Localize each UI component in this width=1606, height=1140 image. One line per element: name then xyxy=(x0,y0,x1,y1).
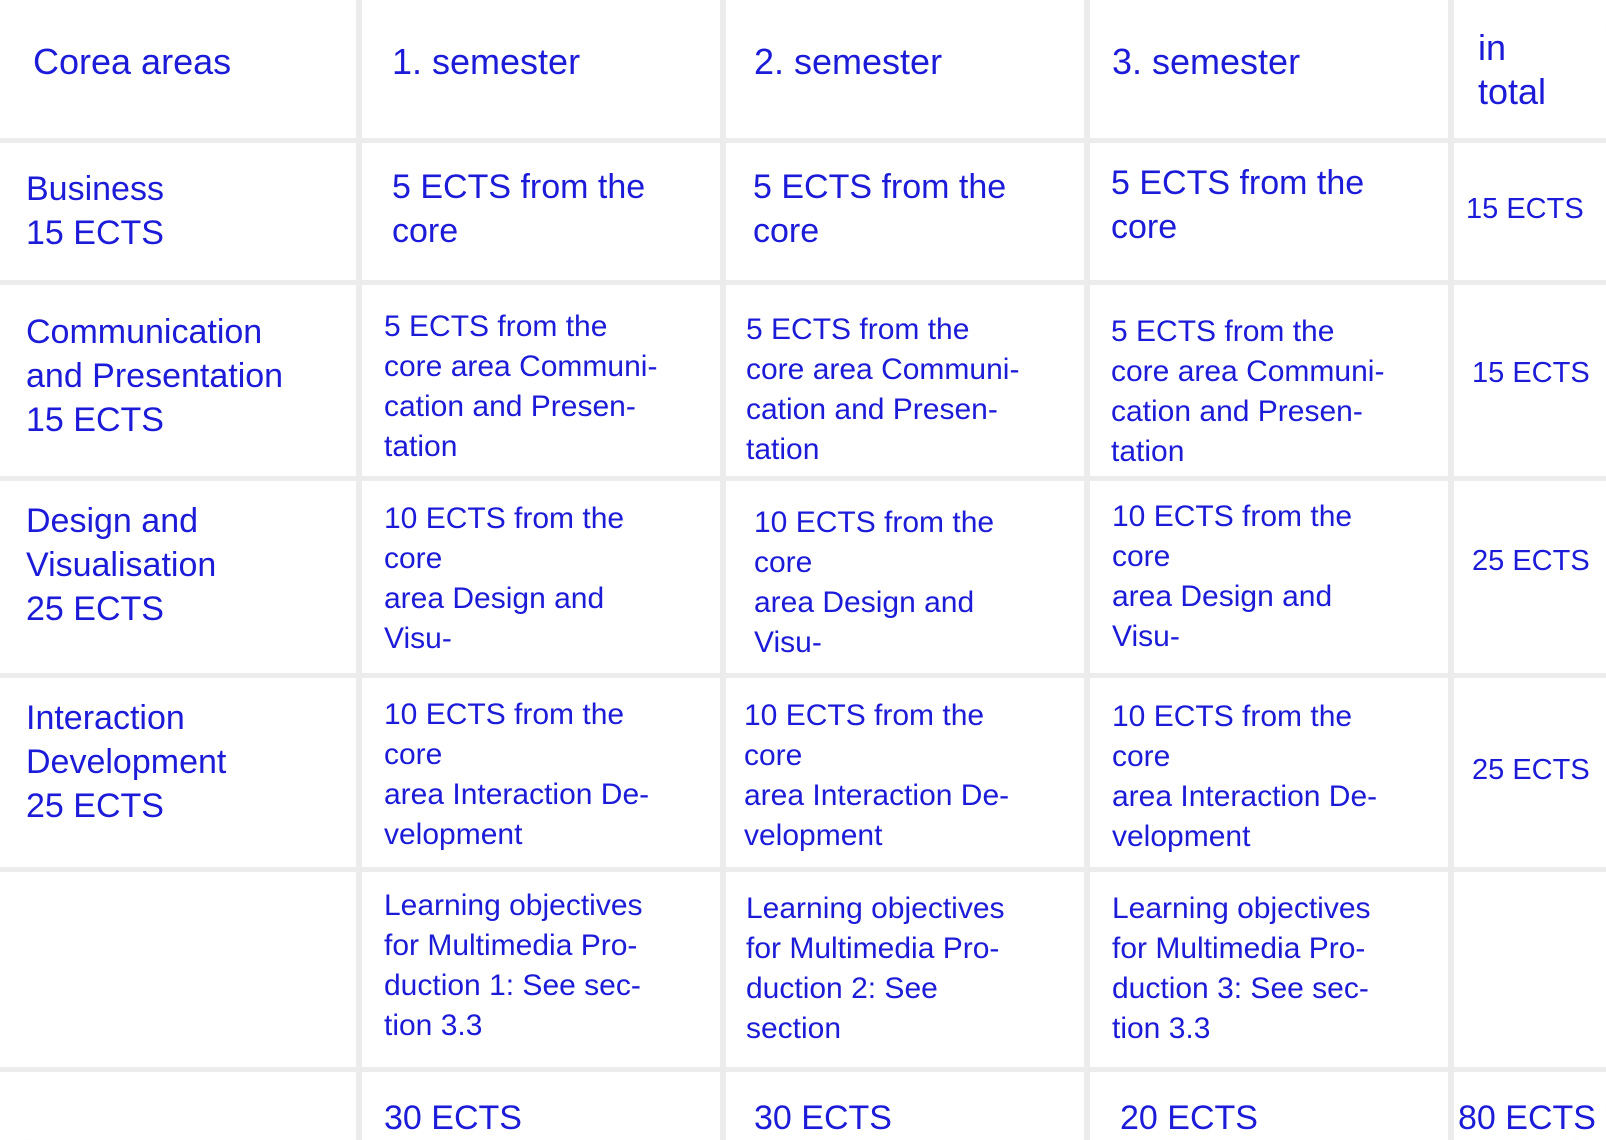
header-sem1-label: 1. semester xyxy=(392,41,581,82)
row-interaction-total: 25 ECTS xyxy=(1454,678,1606,867)
row-design-sem1-text: 10 ECTS from the core area Design and Vi… xyxy=(384,502,625,655)
row-objectives-total xyxy=(1454,872,1606,1067)
ects-table: Corea areas 1. semester 2. semester 3. s… xyxy=(0,0,1606,1140)
sum-sem3-text: 20 ECTS xyxy=(1120,1099,1258,1137)
area-label-interaction: Interaction Development 25 ECTS xyxy=(26,699,227,825)
row-business-sem1: 5 ECTS from the core xyxy=(362,143,720,280)
row-communication-sem2: 5 ECTS from the core area Communi- catio… xyxy=(726,285,1084,476)
row-design-sem2-text: 10 ECTS from the core area Design and Vi… xyxy=(754,506,995,659)
row-design-sem1: 10 ECTS from the core area Design and Vi… xyxy=(362,481,720,673)
row-interaction-sem3: 10 ECTS from the core area Interaction D… xyxy=(1090,678,1448,867)
row-business-sem2-text: 5 ECTS from the core xyxy=(753,168,1007,250)
row-objectives-sem2-text: Learning objectives for Multimedia Pro- … xyxy=(746,892,1005,1045)
area-cell-interaction: Interaction Development 25 ECTS xyxy=(0,678,356,867)
row-communication-total-text: 15 ECTS xyxy=(1472,357,1590,389)
row-interaction-sem2-text: 10 ECTS from the core area Interaction D… xyxy=(744,699,1010,852)
header-cell-sem3: 3. semester xyxy=(1090,0,1448,138)
header-cell-sem2: 2. semester xyxy=(726,0,1084,138)
row-communication-sem3: 5 ECTS from the core area Communi- catio… xyxy=(1090,285,1448,476)
row-design-total-text: 25 ECTS xyxy=(1472,545,1590,577)
sum-cell-sem2: 30 ECTS xyxy=(726,1072,1084,1140)
header-cell-sem1: 1. semester xyxy=(362,0,720,138)
header-cell-total: in total xyxy=(1454,0,1606,138)
row-objectives-sem1-text: Learning objectives for Multimedia Pro- … xyxy=(384,889,643,1042)
row-business-sem3-text: 5 ECTS from the core xyxy=(1111,164,1365,246)
row-communication-total: 15 ECTS xyxy=(1454,285,1606,476)
row-business-sem1-text: 5 ECTS from the core xyxy=(392,168,646,250)
row-objectives-sem2: Learning objectives for Multimedia Pro- … xyxy=(726,872,1084,1067)
row-objectives-sem3-text: Learning objectives for Multimedia Pro- … xyxy=(1112,892,1371,1045)
row-business-sem3: 5 ECTS from the core xyxy=(1090,143,1448,280)
row-communication-sem3-text: 5 ECTS from the core area Communi- catio… xyxy=(1111,315,1385,468)
header-total-label: in total xyxy=(1478,27,1547,112)
row-business-sem2: 5 ECTS from the core xyxy=(726,143,1084,280)
area-cell-business: Business 15 ECTS xyxy=(0,143,356,280)
row-objectives-sem1: Learning objectives for Multimedia Pro- … xyxy=(362,872,720,1067)
row-design-sem3-text: 10 ECTS from the core area Design and Vi… xyxy=(1112,500,1353,653)
area-cell-design: Design and Visualisation 25 ECTS xyxy=(0,481,356,673)
row-interaction-sem2: 10 ECTS from the core area Interaction D… xyxy=(726,678,1084,867)
row-business-total: 15 ECTS xyxy=(1454,143,1606,280)
row-communication-sem1: 5 ECTS from the core area Communi- catio… xyxy=(362,285,720,476)
row-interaction-sem1: 10 ECTS from the core area Interaction D… xyxy=(362,678,720,867)
sum-sem1-text: 30 ECTS xyxy=(384,1099,522,1137)
area-label-communication: Communication and Presentation 15 ECTS xyxy=(26,313,284,439)
row-design-sem3: 10 ECTS from the core area Design and Vi… xyxy=(1090,481,1448,673)
row-business-total-text: 15 ECTS xyxy=(1466,193,1584,225)
header-areas-label: Corea areas xyxy=(33,41,232,82)
sum-cell-area xyxy=(0,1072,356,1140)
header-cell-areas: Corea areas xyxy=(0,0,356,138)
ects-table-frame: Corea areas 1. semester 2. semester 3. s… xyxy=(0,0,1606,1140)
sum-cell-sem1: 30 ECTS xyxy=(362,1072,720,1140)
row-objectives-sem3: Learning objectives for Multimedia Pro- … xyxy=(1090,872,1448,1067)
row-communication-sem1-text: 5 ECTS from the core area Communi- catio… xyxy=(384,310,658,463)
sum-cell-sem3: 20 ECTS xyxy=(1090,1072,1448,1140)
row-interaction-total-text: 25 ECTS xyxy=(1472,754,1590,786)
row-design-sem2: 10 ECTS from the core area Design and Vi… xyxy=(726,481,1084,673)
row-interaction-sem1-text: 10 ECTS from the core area Interaction D… xyxy=(384,698,650,851)
area-label-design: Design and Visualisation 25 ECTS xyxy=(26,502,217,628)
area-cell-communication: Communication and Presentation 15 ECTS xyxy=(0,285,356,476)
sum-sem2-text: 30 ECTS xyxy=(754,1099,892,1137)
area-label-business: Business 15 ECTS xyxy=(26,170,164,252)
sum-total-text: 80 ECTS xyxy=(1458,1099,1596,1137)
sum-cell-total: 80 ECTS xyxy=(1454,1072,1606,1140)
row-communication-sem2-text: 5 ECTS from the core area Communi- catio… xyxy=(746,313,1020,466)
area-cell-empty xyxy=(0,872,356,1067)
header-sem3-label: 3. semester xyxy=(1112,41,1301,82)
row-interaction-sem3-text: 10 ECTS from the core area Interaction D… xyxy=(1112,700,1378,853)
row-design-total: 25 ECTS xyxy=(1454,481,1606,673)
header-sem2-label: 2. semester xyxy=(754,41,943,82)
